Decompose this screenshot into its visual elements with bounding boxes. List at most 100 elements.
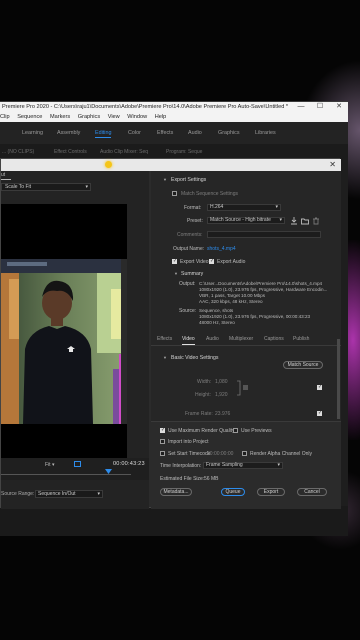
workspace-audio[interactable]: Audio — [188, 122, 202, 144]
workspace-bar: Learning Assembly Editing Color Effects … — [0, 122, 348, 144]
width-value[interactable]: 1,080 — [215, 379, 228, 385]
tab-video[interactable]: Video — [182, 336, 195, 345]
import-into-project-label: Import into Project — [168, 439, 209, 445]
format-label: Format: — [184, 205, 202, 211]
metadata-button[interactable]: Metadata... — [160, 488, 192, 496]
scale-value: Scale To Fit — [5, 184, 32, 190]
link-dimensions-icon[interactable] — [235, 379, 249, 397]
format-dropdown[interactable]: H.264 ▾ — [207, 204, 281, 211]
video-frame-image — [1, 259, 127, 424]
tab-publish[interactable]: Publish — [293, 336, 309, 342]
max-render-quality-label: Use Maximum Render Quality — [168, 428, 235, 434]
chevron-down-icon: ▾ — [277, 462, 280, 468]
fit-dropdown[interactable]: Fit ▾ — [45, 462, 54, 468]
source-timeline[interactable] — [1, 474, 131, 475]
maximize-button[interactable]: ☐ — [313, 102, 327, 112]
chevron-down-icon: ▾ — [85, 184, 88, 190]
settings-tabs: Effects Video Audio Multiplexer Captions… — [151, 334, 341, 346]
frame-rate-checkbox[interactable] — [317, 410, 322, 416]
dialog-titlebar — [1, 159, 341, 171]
comments-field[interactable] — [207, 231, 321, 238]
width-override-checkbox[interactable] — [317, 384, 322, 390]
preset-label: Preset: — [187, 218, 203, 224]
menu-sequence[interactable]: Sequence — [17, 112, 42, 122]
basic-video-triangle-icon[interactable]: ▼ — [163, 355, 167, 360]
mouse-cursor — [105, 161, 113, 170]
delete-preset-icon[interactable] — [312, 217, 320, 225]
import-into-project-checkbox[interactable] — [160, 439, 165, 444]
summary-triangle-icon[interactable]: ▼ — [174, 271, 178, 276]
export-settings-pane: ▼ Export Settings Match Sequence Setting… — [151, 171, 341, 509]
height-value[interactable]: 1,920 — [215, 392, 228, 398]
match-source-button[interactable]: Match Source — [283, 361, 323, 369]
workspace-effects[interactable]: Effects — [157, 122, 173, 144]
close-window-button[interactable]: ✕ — [332, 102, 346, 112]
source-tab[interactable]: ut — [1, 172, 5, 178]
workspace-learning[interactable]: Learning — [22, 122, 43, 144]
preset-dropdown[interactable]: Match Source - High bitrate ▾ — [207, 217, 285, 224]
time-interpolation-dropdown[interactable]: Frame Sampling ▾ — [203, 462, 283, 469]
source-timecode-bar: Fit ▾ 00:00:43:23 — [1, 458, 149, 480]
export-audio-checkbox[interactable] — [209, 258, 214, 264]
output-name-link[interactable]: shots_4.mp4 — [207, 246, 236, 252]
screen-capture: Premiere Pro 2020 - C:\Users\raju1\Docum… — [0, 0, 360, 640]
scale-dropdown[interactable]: Scale To Fit ▾ — [1, 183, 91, 191]
match-sequence-label: Match Sequence Settings — [181, 191, 238, 197]
export-button[interactable]: Export — [257, 488, 285, 496]
workspace-libraries[interactable]: Libraries — [255, 122, 276, 144]
use-previews-checkbox[interactable] — [233, 428, 238, 433]
workspace-color[interactable]: Color — [128, 122, 141, 144]
frame-scrollbar[interactable] — [121, 259, 127, 424]
menu-clip[interactable]: Clip — [0, 112, 10, 122]
collapse-triangle-icon[interactable]: ▼ — [163, 177, 167, 182]
source-range-dropdown[interactable]: Sequence In/Out ▾ — [35, 490, 103, 498]
timeline-strip — [0, 506, 348, 536]
tab-effects[interactable]: Effects — [157, 336, 172, 342]
basic-video-heading: Basic Video Settings — [171, 355, 219, 361]
import-preset-icon[interactable] — [301, 217, 309, 225]
comments-label: Comments: — [177, 232, 203, 238]
preset-value: Match Source - High bitrate — [210, 217, 271, 223]
chevron-down-icon: ▾ — [279, 217, 282, 223]
menu-view[interactable]: View — [108, 112, 120, 122]
menu-help[interactable]: Help — [155, 112, 167, 122]
tab-audio[interactable]: Audio — [206, 336, 219, 342]
match-sequence-checkbox[interactable] — [172, 191, 177, 196]
export-video-checkbox[interactable] — [172, 258, 177, 264]
render-alpha-checkbox[interactable] — [242, 451, 247, 456]
tab-multiplexer[interactable]: Multiplexer — [229, 336, 253, 342]
source-pane: ut Scale To Fit ▾ Fit ▾ 00:00:43:23 Sour… — [1, 171, 149, 509]
format-value: H.264 — [210, 204, 224, 210]
workspace-editing[interactable]: Editing — [95, 122, 112, 144]
max-render-quality-checkbox[interactable] — [160, 427, 165, 433]
dialog-close-button[interactable]: ✕ — [329, 159, 336, 171]
source-range-label: Source Range: — [1, 491, 35, 497]
queue-button[interactable]: Queue — [221, 488, 245, 496]
cancel-button[interactable]: Cancel — [297, 488, 327, 496]
crop-icon[interactable] — [74, 461, 81, 467]
set-start-timecode-checkbox[interactable] — [160, 451, 165, 456]
workspace-assembly[interactable]: Assembly — [57, 122, 80, 144]
summary-source-label: Source: — [179, 308, 197, 314]
export-audio-label: Export Audio — [217, 259, 246, 265]
render-alpha-label: Render Alpha Channel Only — [250, 451, 312, 457]
menu-markers[interactable]: Markers — [50, 112, 70, 122]
frame-rate-value[interactable]: 23.976 — [215, 411, 230, 417]
chevron-down-icon: ▾ — [97, 491, 100, 497]
start-timecode-value[interactable]: 00:00:00:00 — [207, 451, 233, 457]
timecode-display: 00:00:43:23 — [113, 461, 145, 467]
export-settings-dialog: ✕ ut Scale To Fit ▾ Fit ▾ 00:00:43:23 So… — [0, 158, 341, 509]
menu-graphics[interactable]: Graphics — [78, 112, 100, 122]
source-range-value: Sequence In/Out — [38, 491, 76, 497]
minimize-button[interactable]: — — [294, 102, 308, 112]
tab-captions[interactable]: Captions — [264, 336, 284, 342]
menu-window[interactable]: Window — [127, 112, 147, 122]
save-preset-icon[interactable] — [290, 217, 298, 225]
summary-output-line: AAC, 320 kbps, 48 kHz, Stereo — [199, 299, 263, 304]
estimated-size-label: Estimated File Size: — [160, 476, 205, 482]
chevron-down-icon: ▾ — [275, 204, 278, 210]
settings-scrollbar[interactable] — [337, 339, 340, 419]
workspace-graphics[interactable]: Graphics — [218, 122, 240, 144]
width-label: Width: — [197, 379, 212, 385]
menu-bar: Clip Sequence Markers Graphics View Wind… — [0, 112, 348, 122]
